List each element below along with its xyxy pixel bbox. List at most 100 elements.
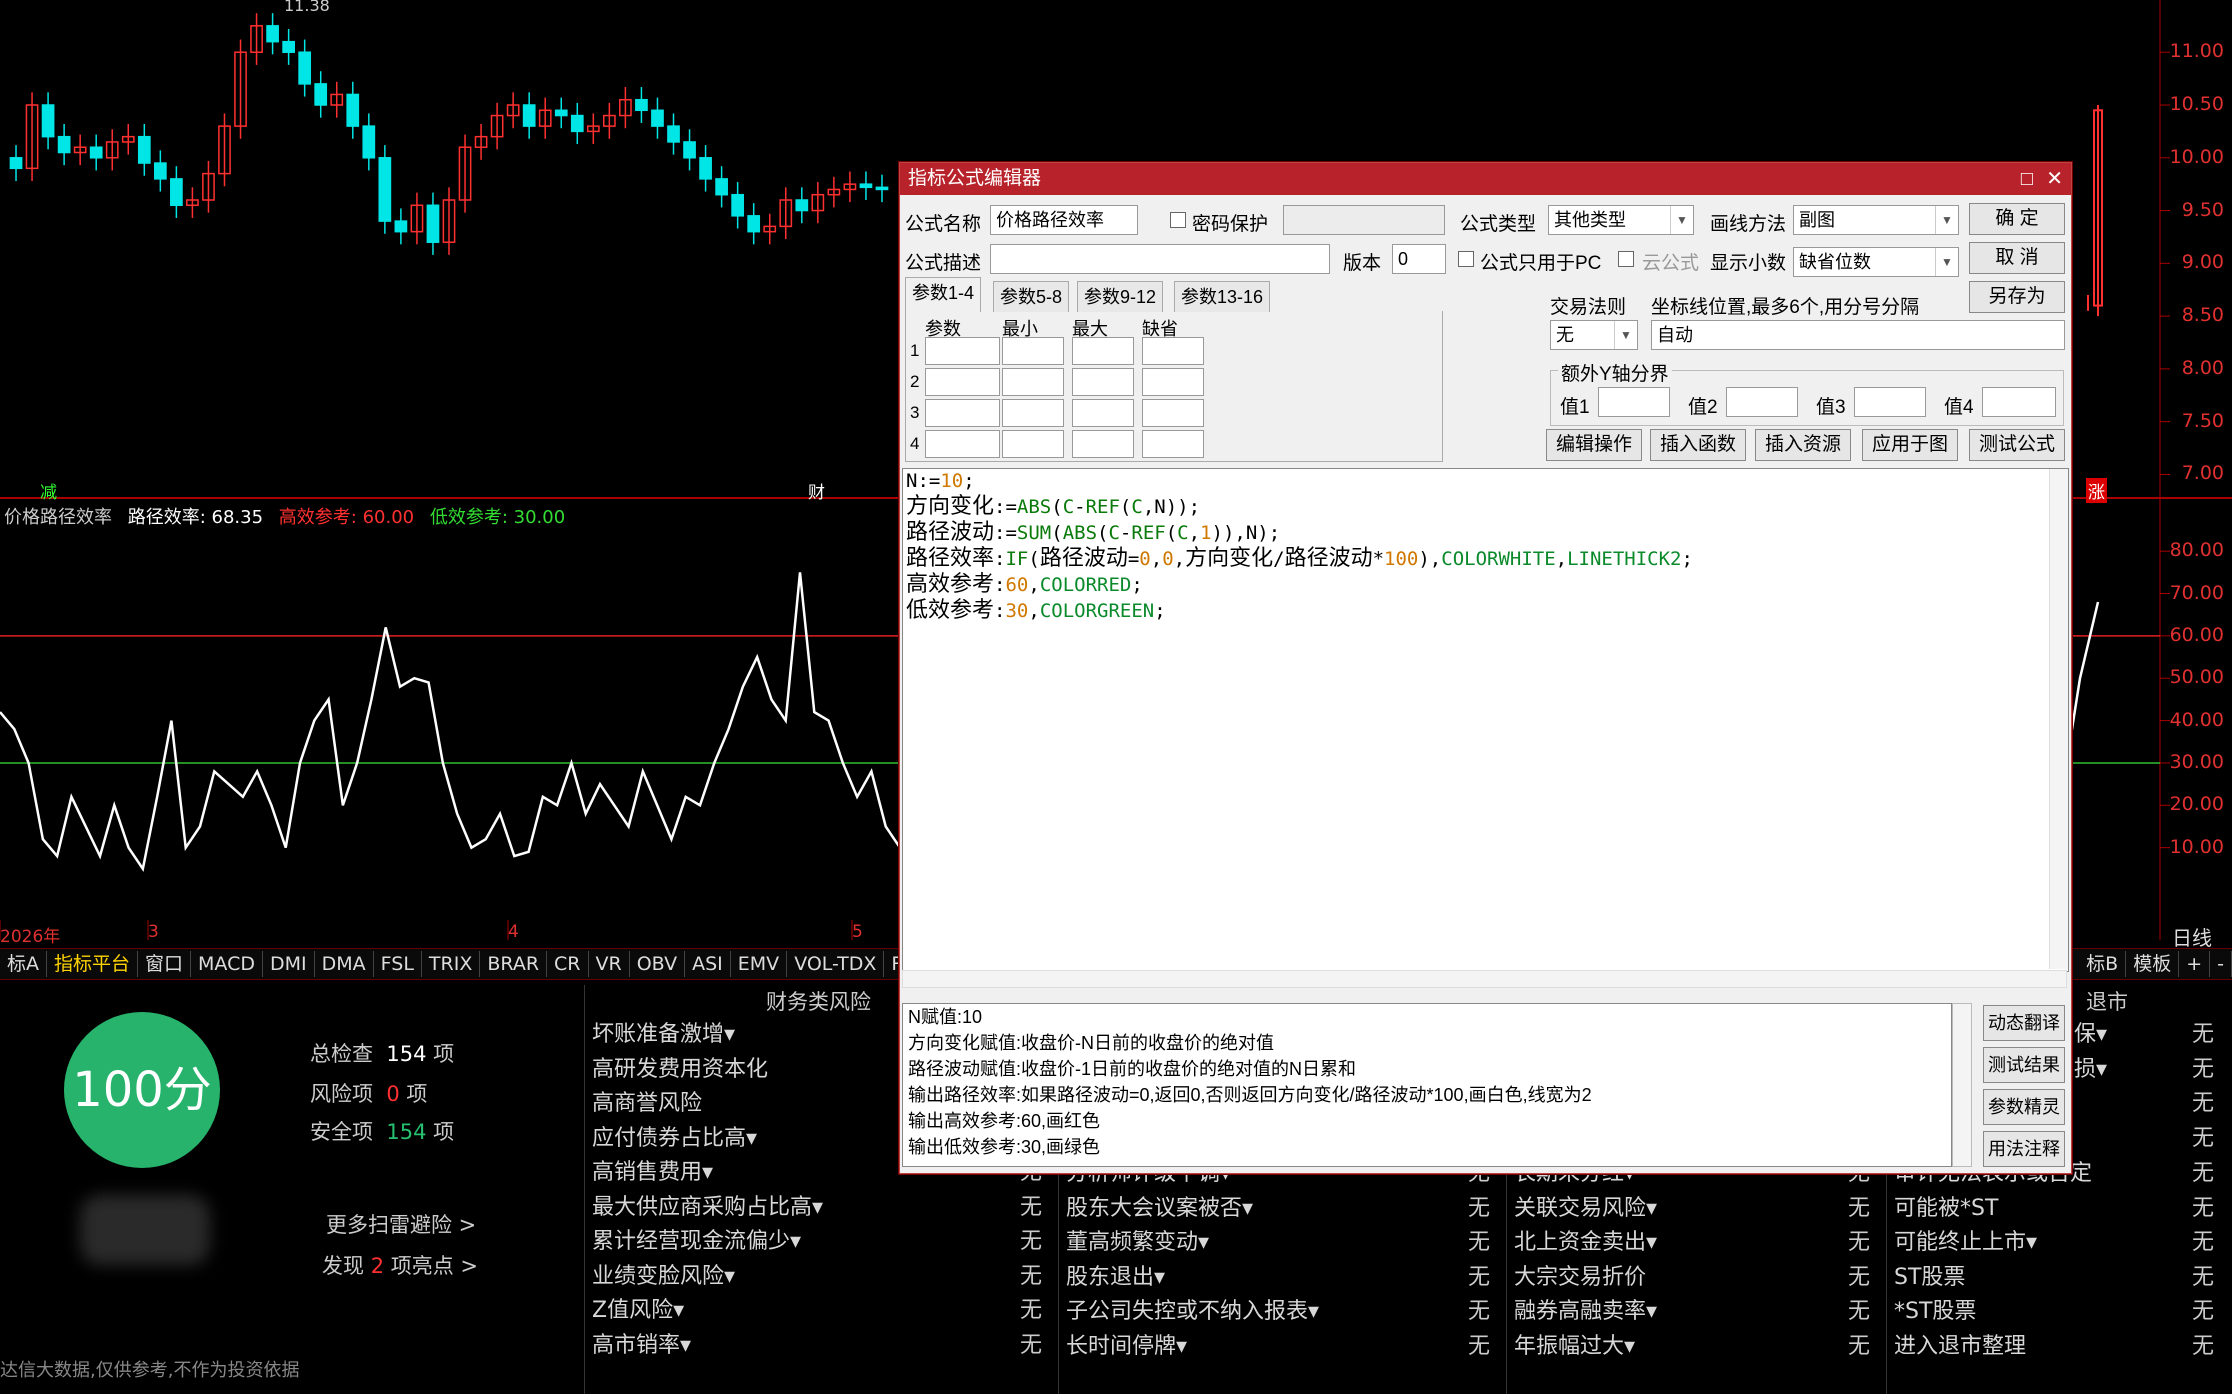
- maximize-icon[interactable]: □: [2021, 163, 2033, 195]
- risk-row[interactable]: 年振幅过大▾ 无: [1514, 1330, 1870, 1365]
- toolbar-item-obv[interactable]: OBV: [630, 951, 686, 977]
- param-input[interactable]: [1142, 430, 1204, 458]
- risk-row[interactable]: 高市销率▾ 无: [592, 1329, 1042, 1364]
- save-as-button[interactable]: 另存为: [1969, 281, 2065, 313]
- risk-row[interactable]: 无: [2074, 1122, 2214, 1157]
- toolbar-zoom-out[interactable]: -: [2210, 951, 2232, 977]
- risk-row[interactable]: 大宗交易折价 无: [1514, 1261, 1870, 1296]
- apply-to-chart-button[interactable]: 应用于图: [1862, 429, 1958, 461]
- horizontal-scrollbar[interactable]: [902, 970, 2067, 988]
- draw-method-select[interactable]: 副图 ▼: [1793, 205, 1959, 235]
- param-input[interactable]: [1072, 337, 1134, 365]
- param-input[interactable]: [1142, 399, 1204, 427]
- toolbar-item-dmi[interactable]: DMI: [263, 951, 315, 977]
- risk-row[interactable]: 融券高融卖率▾ 无: [1514, 1295, 1870, 1330]
- formula-desc-input[interactable]: [990, 244, 1330, 274]
- param-input[interactable]: [1072, 399, 1134, 427]
- toolbar-item-biaob[interactable]: 标B: [2079, 951, 2127, 977]
- formula-name-input[interactable]: 价格路径效率: [990, 205, 1138, 235]
- toolbar-item-asi[interactable]: ASI: [685, 951, 731, 977]
- toolbar-item-template[interactable]: 模板: [2126, 951, 2180, 977]
- password-input[interactable]: [1283, 205, 1445, 235]
- cancel-button[interactable]: 取 消: [1969, 242, 2065, 274]
- y-value2-input[interactable]: [1726, 387, 1798, 417]
- usage-notes-button[interactable]: 用法注释: [1983, 1131, 2065, 1167]
- param-input[interactable]: [1002, 399, 1064, 427]
- risk-row[interactable]: 关联交易风险▾ 无: [1514, 1192, 1870, 1227]
- risk-row[interactable]: *ST股票 无: [1894, 1295, 2214, 1330]
- test-formula-button[interactable]: 测试公式: [1969, 429, 2065, 461]
- version-input[interactable]: 0: [1392, 244, 1446, 274]
- decimal-select[interactable]: 缺省位数 ▼: [1793, 247, 1959, 277]
- param-input[interactable]: [925, 368, 1000, 396]
- risk-row[interactable]: 累计经营现金流偏少▾ 无: [592, 1225, 1042, 1260]
- param-input[interactable]: [1002, 430, 1064, 458]
- insert-function-button[interactable]: 插入函数: [1650, 429, 1746, 461]
- risk-row[interactable]: 可能终止上市▾ 无: [1894, 1226, 2214, 1261]
- formula-code-editor[interactable]: N:=10; 方向变化:=ABS(C-REF(C,N)); 路径波动:=SUM(…: [902, 468, 2069, 972]
- toolbar-item-vol-tdx[interactable]: VOL-TDX: [787, 951, 885, 977]
- risk-row[interactable]: 业绩变脸风险▾ 无: [592, 1260, 1042, 1295]
- toolbar-item-dma[interactable]: DMA: [315, 951, 374, 977]
- param-input[interactable]: [1002, 337, 1064, 365]
- toolbar-item-vr[interactable]: VR: [589, 951, 630, 977]
- risk-row[interactable]: ST股票 无: [1894, 1261, 2214, 1296]
- risk-row[interactable]: 进入退市整理 无: [1894, 1330, 2214, 1365]
- param-input[interactable]: [1072, 368, 1134, 396]
- risk-row[interactable]: 董高频繁变动▾ 无: [1066, 1226, 1490, 1261]
- y-value3-input[interactable]: [1854, 387, 1926, 417]
- risk-row[interactable]: Z值风险▾ 无: [592, 1294, 1042, 1329]
- param-input[interactable]: [1072, 430, 1134, 458]
- risk-row[interactable]: 股东大会议案被否▾ 无: [1066, 1192, 1490, 1227]
- highlights-link[interactable]: 发现 2 项亮点 >: [322, 1250, 478, 1280]
- risk-row[interactable]: 可能被*ST 无: [1894, 1192, 2214, 1227]
- tab-params-5-8[interactable]: 参数5-8: [993, 281, 1070, 312]
- more-scan-link[interactable]: 更多扫雷避险 >: [326, 1209, 476, 1239]
- toolbar-item-macd[interactable]: MACD: [191, 951, 263, 977]
- ok-button[interactable]: 确 定: [1969, 203, 2065, 235]
- risk-row[interactable]: 无: [2074, 1087, 2214, 1122]
- risk-row[interactable]: 北上资金卖出▾ 无: [1514, 1226, 1870, 1261]
- test-result-button[interactable]: 测试结果: [1983, 1047, 2065, 1083]
- param-input[interactable]: [925, 399, 1000, 427]
- risk-row[interactable]: 股东退出▾ 无: [1066, 1261, 1490, 1296]
- toolbar-item-trix[interactable]: TRIX: [422, 951, 481, 977]
- toolbar-item-window[interactable]: 窗口: [138, 951, 192, 977]
- cloud-formula-checkbox[interactable]: [1618, 251, 1634, 267]
- risk-row[interactable]: 保▾ 无: [2074, 1018, 2214, 1053]
- risk-row[interactable]: 长时间停牌▾ 无: [1066, 1330, 1490, 1365]
- vertical-scrollbar[interactable]: [2049, 469, 2068, 969]
- close-icon[interactable]: ✕: [2046, 163, 2063, 195]
- param-input[interactable]: [1142, 337, 1204, 365]
- toolbar-item-fsl[interactable]: FSL: [374, 951, 422, 977]
- trade-rule-select[interactable]: 无 ▼: [1550, 320, 1638, 350]
- tab-params-13-16[interactable]: 参数13-16: [1174, 281, 1271, 312]
- tab-params-9-12[interactable]: 参数9-12: [1077, 281, 1164, 312]
- tab-params-1-4[interactable]: 参数1-4: [905, 277, 982, 312]
- dynamic-translate-button[interactable]: 动态翻译: [1983, 1005, 2065, 1041]
- y-value1-input[interactable]: [1598, 387, 1670, 417]
- period-label[interactable]: 日线: [2172, 922, 2212, 951]
- toolbar-item-cr[interactable]: CR: [547, 951, 589, 977]
- param-input[interactable]: [925, 430, 1000, 458]
- insert-resource-button[interactable]: 插入资源: [1755, 429, 1851, 461]
- param-input[interactable]: [925, 337, 1000, 365]
- coord-line-input[interactable]: 自动: [1651, 320, 2065, 350]
- toolbar-item-emv[interactable]: EMV: [731, 951, 788, 977]
- param-wizard-button[interactable]: 参数精灵: [1983, 1089, 2065, 1125]
- toolbar-item-brar[interactable]: BRAR: [480, 951, 548, 977]
- y-value4-input[interactable]: [1982, 387, 2056, 417]
- param-input[interactable]: [1142, 368, 1204, 396]
- desc-scrollbar[interactable]: [1952, 1003, 1972, 1167]
- password-checkbox[interactable]: [1170, 212, 1186, 228]
- risk-row[interactable]: 子公司失控或不纳入报表▾ 无: [1066, 1295, 1490, 1330]
- edit-operation-button[interactable]: 编辑操作: [1546, 429, 1642, 461]
- dialog-titlebar[interactable]: 指标公式编辑器 □ ✕: [900, 163, 2071, 195]
- formula-type-select[interactable]: 其他类型 ▼: [1548, 205, 1694, 235]
- risk-row[interactable]: 最大供应商采购占比高▾ 无: [592, 1191, 1042, 1226]
- toolbar-zoom-in[interactable]: +: [2179, 951, 2211, 977]
- pc-only-checkbox[interactable]: [1458, 251, 1474, 267]
- toolbar-item-biaoa[interactable]: 标A: [0, 951, 47, 977]
- toolbar-item-indicator-platform[interactable]: 指标平台: [47, 951, 139, 977]
- param-input[interactable]: [1002, 368, 1064, 396]
